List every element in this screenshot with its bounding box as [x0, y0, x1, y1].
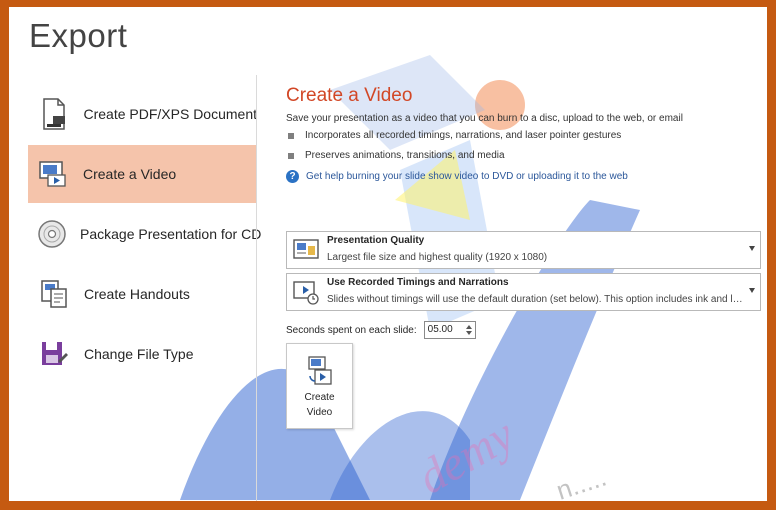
bullet-item: Incorporates all recorded timings, narra… [288, 130, 766, 141]
spin-down-icon[interactable] [465, 331, 472, 335]
create-video-label: Create Video [287, 390, 352, 420]
file-type-icon [37, 337, 71, 371]
nav-label-create-video: Create a Video [83, 166, 177, 182]
section-description: Save your presentation as a video that y… [286, 113, 683, 124]
timings-subtitle: Slides without timings will use the defa… [327, 294, 747, 305]
seconds-value[interactable]: 05.00 [428, 324, 453, 335]
nav-item-create-pdf[interactable]: Create PDF/XPS Document [29, 85, 257, 143]
export-window: demy n..... Export Create PDF/XPS Docume… [0, 0, 776, 510]
page-title: Export [29, 17, 128, 54]
bullet-square-icon [288, 132, 294, 139]
bullet-text: Preserves animations, transitions, and m… [305, 150, 505, 161]
svg-text:n.....: n..... [553, 462, 610, 506]
quality-subtitle: Largest file size and highest quality (1… [327, 252, 548, 263]
nav-item-create-video[interactable]: Create a Video [28, 145, 257, 203]
nav-item-change-file-type[interactable]: Change File Type [29, 325, 257, 383]
create-video-panel: Create a Video Save your presentation as… [286, 85, 766, 429]
section-heading: Create a Video [286, 85, 413, 106]
create-video-label-line2: Video [306, 407, 333, 418]
timings-title: Use Recorded Timings and Narrations [327, 277, 509, 288]
timings-dropdown[interactable]: Use Recorded Timings and Narrations Slid… [286, 273, 761, 311]
recorded-timings-icon [293, 279, 319, 305]
help-question-icon: ? [286, 170, 299, 183]
create-video-label-line1: Create [304, 392, 335, 403]
chevron-down-icon [749, 246, 755, 251]
create-video-icon [307, 356, 333, 386]
nav-item-package-cd[interactable]: Package Presentation for CD [29, 205, 261, 263]
nav-item-create-handouts[interactable]: Create Handouts [29, 265, 257, 323]
spin-up-icon[interactable] [465, 325, 472, 329]
help-link-text: Get help burning your slide show video t… [306, 171, 628, 182]
chevron-down-icon [749, 288, 755, 293]
bullet-text: Incorporates all recorded timings, narra… [305, 130, 622, 141]
pdf-document-icon [37, 97, 70, 131]
cd-icon [37, 217, 67, 251]
nav-label-change-file-type: Change File Type [84, 346, 194, 362]
bullet-square-icon [288, 152, 294, 159]
video-icon [36, 157, 70, 191]
seconds-label: Seconds spent on each slide: [286, 324, 417, 336]
panel-divider [256, 75, 257, 501]
create-video-button[interactable]: Create Video [286, 343, 353, 429]
svg-text:demy: demy [409, 408, 524, 505]
quality-dropdown[interactable]: Presentation Quality Largest file size a… [286, 231, 761, 269]
nav-label-create-pdf: Create PDF/XPS Document [83, 106, 257, 122]
quality-title: Presentation Quality [327, 235, 425, 246]
help-link[interactable]: ? Get help burning your slide show video… [286, 170, 766, 183]
handouts-icon [37, 277, 71, 311]
seconds-stepper[interactable]: 05.00 [423, 321, 476, 339]
bullet-item: Preserves animations, transitions, and m… [288, 150, 766, 161]
nav-label-create-handouts: Create Handouts [84, 286, 190, 302]
export-nav: Create PDF/XPS Document Create a Video P… [28, 85, 261, 385]
presentation-quality-icon [293, 237, 319, 263]
seconds-row: Seconds spent on each slide: 05.00 [286, 321, 476, 339]
nav-label-package-cd: Package Presentation for CD [80, 226, 262, 242]
